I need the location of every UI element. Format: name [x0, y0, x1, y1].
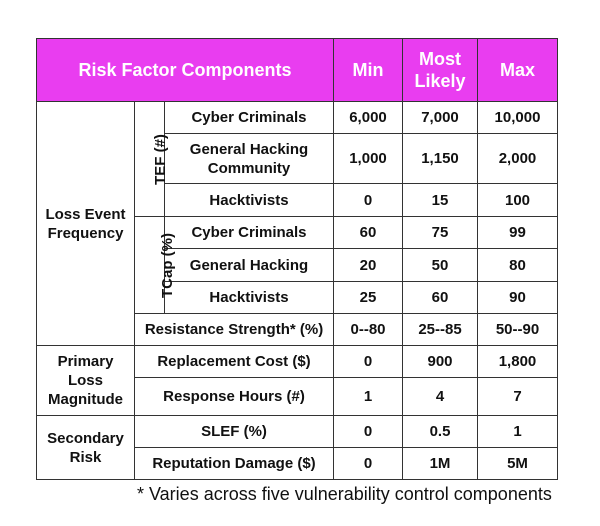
cell-min: 1 [333, 377, 403, 416]
header-row: Risk Factor Components Min Most Likely M… [36, 38, 558, 102]
row-label: SLEF (%) [134, 415, 334, 448]
row-label: Replacement Cost ($) [134, 345, 334, 378]
table-row: Primary Loss Magnitude Replacement Cost … [36, 345, 558, 416]
table-row: Secondary Risk SLEF (%) 0 0.5 1 [36, 415, 558, 480]
cell-min: 0--80 [333, 313, 403, 346]
row-label: Resistance Strength* (%) [134, 313, 334, 346]
cell-min: 25 [333, 281, 403, 314]
group-secondary-risk: Secondary Risk [36, 415, 135, 480]
risk-factor-table: Risk Factor Components Min Most Likely M… [36, 38, 558, 480]
cell-most-likely: 15 [402, 183, 478, 217]
cell-most-likely: 60 [402, 281, 478, 314]
group-primary-loss-magnitude: Primary Loss Magnitude [36, 345, 135, 416]
row-label: Hacktivists [164, 281, 334, 314]
cell-most-likely: 25--85 [402, 313, 478, 346]
tcap-label: TCap (%) [159, 232, 176, 298]
cell-max: 50--90 [477, 313, 558, 346]
cell-most-likely: 1,150 [402, 133, 478, 184]
header-component: Risk Factor Components [36, 38, 334, 102]
cell-min: 0 [333, 345, 403, 378]
cell-max: 100 [477, 183, 558, 217]
row-label: Hacktivists [164, 183, 334, 217]
cell-max: 5M [477, 447, 558, 480]
row-label: Cyber Criminals [164, 216, 334, 249]
cell-min: 60 [333, 216, 403, 249]
cell-max: 1 [477, 415, 558, 448]
header-most-likely: Most Likely [402, 38, 478, 102]
cell-max: 2,000 [477, 133, 558, 184]
header-max: Max [477, 38, 558, 102]
subgroup-tcap: TCap (%) [134, 216, 176, 314]
cell-most-likely: 7,000 [402, 101, 478, 134]
cell-most-likely: 75 [402, 216, 478, 249]
cell-max: 90 [477, 281, 558, 314]
cell-max: 80 [477, 248, 558, 282]
cell-max: 1,800 [477, 345, 558, 378]
cell-most-likely: 50 [402, 248, 478, 282]
cell-most-likely: 4 [402, 377, 478, 416]
cell-min: 20 [333, 248, 403, 282]
row-label: Reputation Damage ($) [134, 447, 334, 480]
table-row: Loss Event Frequency TEF (#) Cyber Crimi… [36, 101, 558, 346]
cell-max: 7 [477, 377, 558, 416]
row-label: General Hacking Community [164, 133, 334, 184]
tef-label: TEF (#) [151, 133, 169, 185]
group-loss-event-frequency: Loss Event Frequency [36, 101, 135, 346]
cell-min: 0 [333, 183, 403, 217]
cell-most-likely: 0.5 [402, 415, 478, 448]
footnote: * Varies across five vulnerability contr… [137, 484, 552, 504]
cell-most-likely: 1M [402, 447, 478, 480]
row-label: General Hacking [164, 248, 334, 282]
row-label: Cyber Criminals [164, 101, 334, 134]
cell-min: 6,000 [333, 101, 403, 134]
cell-min: 1,000 [333, 133, 403, 184]
row-label: Response Hours (#) [134, 377, 334, 416]
subgroup-tef: TEF (#) [134, 101, 169, 217]
cell-max: 99 [477, 216, 558, 249]
cell-min: 0 [333, 415, 403, 448]
header-min: Min [333, 38, 403, 102]
cell-most-likely: 900 [402, 345, 478, 378]
cell-max: 10,000 [477, 101, 558, 134]
cell-min: 0 [333, 447, 403, 480]
